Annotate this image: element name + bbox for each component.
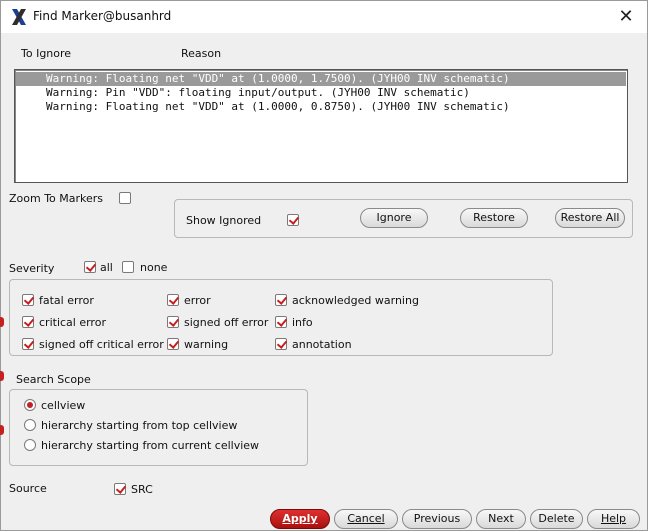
search-scope-group: cellview hierarchy starting from top cel… bbox=[9, 389, 308, 466]
edge-marker bbox=[0, 425, 4, 435]
ignore-panel: Show Ignored Ignore Restore Restore All bbox=[174, 199, 633, 238]
error-checkbox[interactable] bbox=[167, 294, 179, 306]
zoom-to-markers-label: Zoom To Markers bbox=[9, 192, 104, 205]
apply-button[interactable]: Apply bbox=[270, 509, 330, 529]
ignore-button[interactable]: Ignore bbox=[360, 208, 428, 228]
signed-off-error-label: signed off error bbox=[184, 316, 269, 329]
severity-none-checkbox[interactable] bbox=[122, 261, 134, 273]
critical-error-label: critical error bbox=[39, 316, 106, 329]
close-icon: ✕ bbox=[618, 6, 634, 27]
previous-button[interactable]: Previous bbox=[402, 509, 472, 529]
annotation-label: annotation bbox=[292, 338, 352, 351]
app-logo-icon bbox=[12, 9, 26, 25]
marker-row[interactable]: Warning: Pin "VDD": floating input/outpu… bbox=[16, 86, 626, 100]
severity-all-checkbox[interactable] bbox=[84, 261, 96, 273]
delete-button[interactable]: Delete bbox=[530, 509, 583, 529]
severity-group: fatal error critical error signed off cr… bbox=[9, 279, 553, 356]
column-header-reason: Reason bbox=[181, 47, 222, 60]
acknowledged-warning-label: acknowledged warning bbox=[292, 294, 419, 307]
critical-error-checkbox[interactable] bbox=[22, 316, 34, 328]
edge-marker bbox=[0, 371, 4, 381]
error-label: error bbox=[184, 294, 211, 307]
scope-cellview-radio[interactable] bbox=[24, 399, 36, 411]
cancel-button-label: Cancel bbox=[347, 512, 385, 525]
restore-all-button[interactable]: Restore All bbox=[555, 208, 625, 228]
info-label: info bbox=[292, 316, 313, 329]
help-button-label: Help bbox=[600, 512, 627, 525]
apply-button-label: Apply bbox=[282, 512, 318, 525]
show-ignored-label: Show Ignored bbox=[186, 214, 262, 227]
marker-list[interactable]: Warning: Floating net "VDD" at (1.0000, … bbox=[14, 69, 628, 183]
signed-off-error-checkbox[interactable] bbox=[167, 316, 179, 328]
cancel-button[interactable]: Cancel bbox=[334, 509, 398, 529]
column-header-to-ignore: To Ignore bbox=[21, 47, 72, 60]
severity-label: Severity bbox=[9, 262, 55, 275]
source-label: Source bbox=[9, 482, 47, 495]
warning-label: warning bbox=[184, 338, 229, 351]
scope-top-radio[interactable] bbox=[24, 419, 36, 431]
fatal-error-label: fatal error bbox=[39, 294, 94, 307]
marker-row[interactable]: Warning: Floating net "VDD" at (1.0000, … bbox=[16, 72, 626, 86]
scope-current-label: hierarchy starting from current cellview bbox=[41, 439, 260, 452]
find-marker-dialog: Find Marker@busanhrd ✕ To Ignore Reason … bbox=[0, 0, 648, 531]
signed-off-critical-error-checkbox[interactable] bbox=[22, 338, 34, 350]
marker-row[interactable]: Warning: Floating net "VDD" at (1.0000, … bbox=[16, 100, 626, 114]
edge-marker bbox=[0, 317, 4, 327]
info-checkbox[interactable] bbox=[275, 316, 287, 328]
src-checkbox[interactable] bbox=[114, 483, 126, 495]
scope-current-radio[interactable] bbox=[24, 439, 36, 451]
fatal-error-checkbox[interactable] bbox=[22, 294, 34, 306]
help-button[interactable]: Help bbox=[587, 509, 640, 529]
scope-top-label: hierarchy starting from top cellview bbox=[41, 419, 238, 432]
restore-button[interactable]: Restore bbox=[460, 208, 528, 228]
annotation-checkbox[interactable] bbox=[275, 338, 287, 350]
signed-off-critical-error-label: signed off critical error bbox=[39, 338, 164, 351]
window-title: Find Marker@busanhrd bbox=[33, 9, 172, 23]
acknowledged-warning-checkbox[interactable] bbox=[275, 294, 287, 306]
next-button[interactable]: Next bbox=[476, 509, 526, 529]
severity-none-label: none bbox=[140, 261, 168, 274]
warning-checkbox[interactable] bbox=[167, 338, 179, 350]
close-button[interactable]: ✕ bbox=[615, 6, 637, 28]
severity-all-label: all bbox=[100, 261, 113, 274]
search-scope-label: Search Scope bbox=[16, 373, 91, 386]
scope-cellview-label: cellview bbox=[41, 399, 86, 412]
show-ignored-checkbox[interactable] bbox=[287, 214, 299, 226]
zoom-to-markers-checkbox[interactable] bbox=[119, 192, 131, 204]
src-label: SRC bbox=[131, 483, 153, 496]
title-bar[interactable]: Find Marker@busanhrd ✕ bbox=[1, 1, 647, 33]
